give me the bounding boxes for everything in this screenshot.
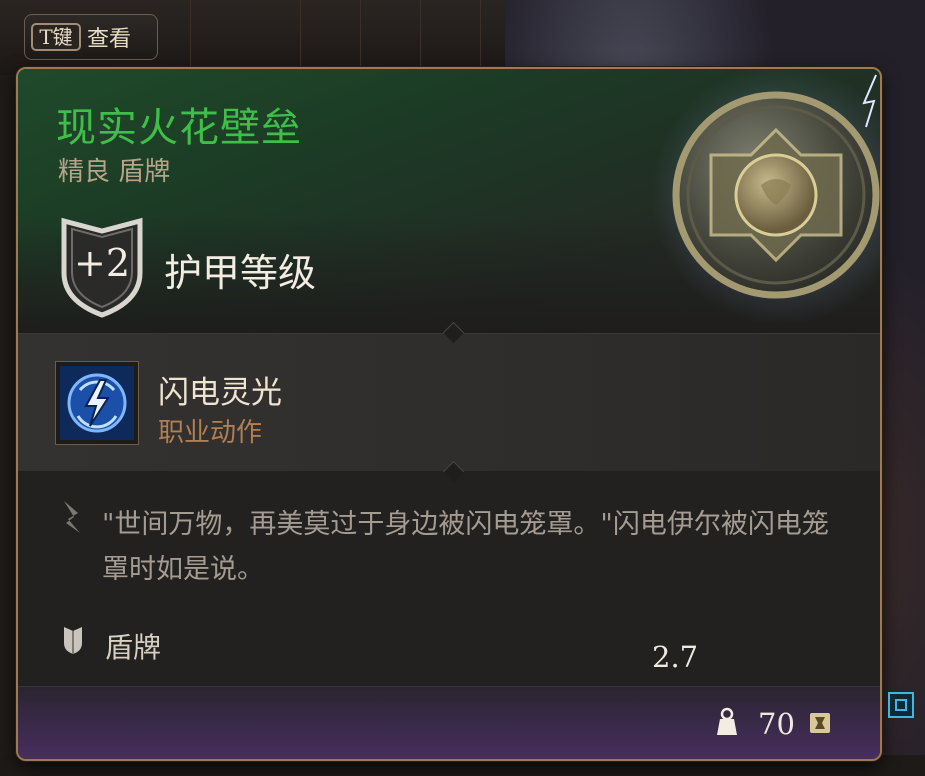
lightning-rune-icon[interactable] xyxy=(55,361,139,445)
hotbar-slot-icon[interactable] xyxy=(886,690,916,720)
item-value: 70 xyxy=(758,707,795,741)
inventory-slot xyxy=(420,0,481,72)
item-name: 现实火花壁垒 xyxy=(56,105,302,151)
inventory-slot xyxy=(300,0,361,72)
keycap: T键 xyxy=(31,23,81,51)
background-edge xyxy=(0,75,16,775)
inspect-hotkey-hint[interactable]: T键 查看 xyxy=(24,14,158,60)
item-rarity-type: 精良 盾牌 xyxy=(58,157,171,187)
shield-item-icon xyxy=(651,69,880,325)
item-weight: 2.7 xyxy=(652,640,699,674)
item-tooltip: 现实火花壁垒 精良 盾牌 +2 护甲等级 闪电灵光 职业动作 "世间万物，再美莫… xyxy=(16,67,882,761)
inspect-label: 查看 xyxy=(87,27,132,52)
armor-class-label: 护甲等级 xyxy=(164,251,317,295)
shield-type-icon xyxy=(64,627,82,654)
inventory-slot xyxy=(240,0,301,72)
weight-icon xyxy=(717,707,737,735)
quote-scroll-icon xyxy=(64,501,80,533)
ability-name: 闪电灵光 xyxy=(158,375,282,411)
ability-type: 职业动作 xyxy=(158,418,263,448)
lightning-aura-icon xyxy=(60,366,134,440)
ability-section xyxy=(18,333,880,473)
item-type: 盾牌 xyxy=(105,631,162,664)
tooltip-footer xyxy=(18,686,880,759)
gold-value-icon xyxy=(810,713,830,733)
armor-class-bonus: +2 xyxy=(73,241,131,285)
inventory-slot xyxy=(360,0,421,72)
item-description: "世间万物，再美莫过于身边被闪电笼罩。"闪电伊尔被闪电笼罩时如是说。 xyxy=(102,509,829,585)
